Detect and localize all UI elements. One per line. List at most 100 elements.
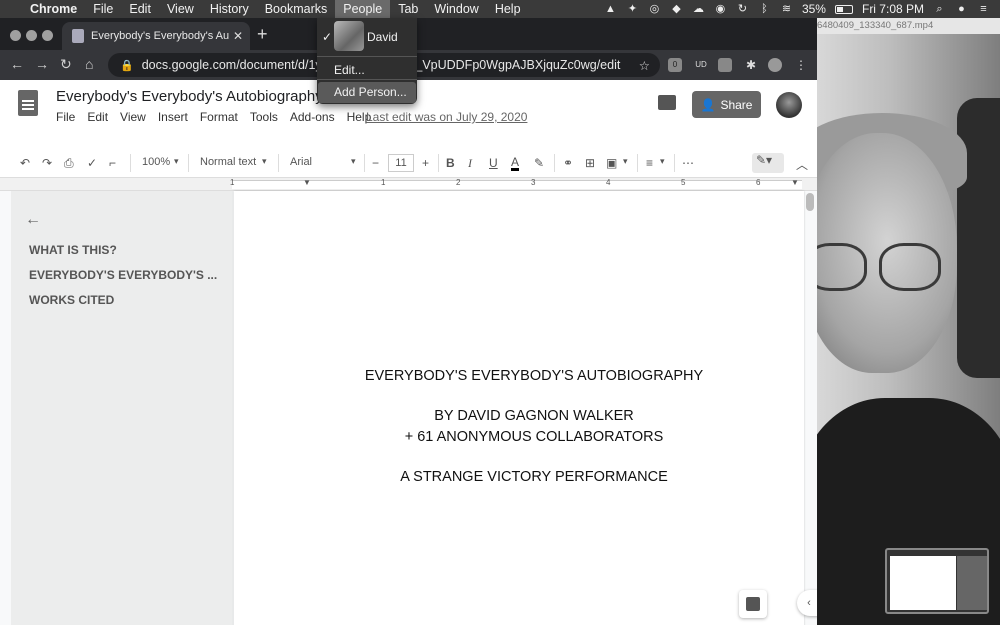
menu-edit[interactable]: Edit: [121, 0, 159, 18]
extensions-puzzle-icon[interactable]: ✱: [744, 58, 758, 72]
clock[interactable]: Fri 7:08 PM: [862, 2, 924, 16]
profile-avatar-icon[interactable]: [768, 58, 782, 72]
font-select[interactable]: Arial: [290, 156, 312, 168]
spotlight-icon[interactable]: ⌕: [933, 3, 946, 15]
new-tab-button[interactable]: +: [257, 24, 268, 45]
redo-icon[interactable]: ↷: [42, 156, 52, 170]
paint-format-icon[interactable]: ⌐: [109, 156, 116, 170]
undo-icon[interactable]: ↶: [20, 156, 30, 170]
shield-icon[interactable]: ◉: [714, 3, 727, 15]
zoom-select[interactable]: 100%: [142, 156, 170, 168]
docs-logo-icon[interactable]: [18, 90, 38, 116]
extension-shield-icon[interactable]: 0: [668, 58, 682, 72]
tool-icon[interactable]: ✦: [626, 3, 639, 15]
spellcheck-icon[interactable]: ✓: [87, 156, 97, 170]
menu-view[interactable]: View: [159, 0, 202, 18]
chevron-down-icon[interactable]: ▾: [351, 156, 356, 167]
more-options-button[interactable]: ⋯: [682, 156, 694, 170]
extension-image-icon[interactable]: [718, 58, 732, 72]
menu-history[interactable]: History: [202, 0, 257, 18]
comment-history-icon[interactable]: [658, 95, 676, 110]
document-page[interactable]: EVERYBODY'S EVERYBODY'S AUTOBIOGRAPHY BY…: [234, 191, 804, 625]
lock-icon[interactable]: 🔒: [120, 59, 134, 72]
font-size-input[interactable]: 11: [388, 154, 414, 172]
airplay-icon[interactable]: ◎: [648, 3, 661, 15]
print-icon[interactable]: ⎙: [64, 156, 74, 171]
insert-image-icon[interactable]: ▣: [606, 156, 617, 170]
docs-menu-edit[interactable]: Edit: [87, 110, 108, 124]
bold-button[interactable]: B: [446, 156, 455, 170]
browser-tab[interactable]: Everybody's Everybody's Autobiography ✕: [62, 22, 250, 50]
back-arrow-icon[interactable]: ←: [25, 211, 41, 229]
cloud-icon[interactable]: ☁: [692, 3, 705, 15]
video-file-title[interactable]: 6480409_133340_687.mp4: [817, 18, 1000, 34]
battery-icon[interactable]: [834, 4, 853, 14]
align-left-icon[interactable]: ≡: [646, 156, 653, 170]
insert-comment-icon[interactable]: ⊞: [585, 156, 595, 170]
chevron-down-icon[interactable]: ▾: [174, 156, 179, 167]
docs-menu-file[interactable]: File: [56, 110, 75, 124]
chevron-down-icon[interactable]: ▾: [660, 156, 665, 167]
indent-marker-icon[interactable]: ▼: [303, 178, 311, 187]
edit-person-item[interactable]: Edit...: [334, 63, 365, 77]
outline-item[interactable]: WORKS CITED: [29, 293, 114, 307]
add-person-item[interactable]: Add Person...: [318, 82, 416, 103]
profile-avatar[interactable]: [334, 21, 364, 51]
menu-help[interactable]: Help: [487, 0, 529, 18]
docs-menu-format[interactable]: Format: [200, 110, 238, 124]
underline-button[interactable]: U: [489, 156, 498, 170]
menu-people[interactable]: People: [335, 0, 391, 18]
insert-link-icon[interactable]: ⚭: [563, 156, 573, 170]
outline-item[interactable]: WHAT IS THIS?: [29, 243, 117, 257]
account-avatar[interactable]: [776, 92, 802, 118]
notification-center-icon[interactable]: ≡: [977, 3, 990, 15]
explore-button[interactable]: [739, 590, 767, 618]
editing-mode-icon[interactable]: ✎▾: [752, 153, 784, 173]
last-edit-link[interactable]: Last edit was on July 29, 2020: [366, 110, 527, 124]
extension-ud-icon[interactable]: UD: [694, 58, 708, 72]
menu-bookmarks[interactable]: Bookmarks: [257, 0, 336, 18]
docs-menu-insert[interactable]: Insert: [158, 110, 188, 124]
zoom-window-button[interactable]: [42, 30, 53, 41]
forward-arrow-icon[interactable]: →: [35, 56, 49, 72]
close-tab-icon[interactable]: ✕: [233, 29, 243, 43]
wifi-icon[interactable]: ≋: [780, 3, 793, 15]
right-indent-marker-icon[interactable]: ▼: [791, 178, 799, 187]
italic-button[interactable]: I: [468, 156, 472, 171]
menu-tab[interactable]: Tab: [390, 0, 426, 18]
back-arrow-icon[interactable]: ←: [10, 56, 24, 72]
reload-icon[interactable]: ↻: [60, 56, 72, 73]
vertical-scrollbar[interactable]: [806, 193, 814, 211]
screen-thumbnail[interactable]: [885, 548, 989, 614]
text-color-button[interactable]: A: [511, 156, 520, 171]
bluetooth-icon[interactable]: ᛒ: [758, 3, 771, 15]
menu-window[interactable]: Window: [426, 0, 486, 18]
increase-font-size-button[interactable]: +: [422, 156, 429, 170]
docs-menu-view[interactable]: View: [120, 110, 146, 124]
home-icon[interactable]: ⌂: [85, 56, 93, 72]
paragraph-style-select[interactable]: Normal text: [200, 156, 256, 168]
document-title[interactable]: Everybody's Everybody's Autobiography: [56, 88, 323, 105]
close-window-button[interactable]: [10, 30, 21, 41]
docs-menu-addons[interactable]: Add-ons: [290, 110, 335, 124]
user-icon[interactable]: ●: [955, 3, 968, 15]
outline-item[interactable]: EVERYBODY'S EVERYBODY'S ...: [29, 268, 217, 282]
highlight-icon[interactable]: ✎: [534, 156, 544, 170]
collapse-toolbar-icon[interactable]: ︿: [796, 156, 808, 173]
dropbox-icon[interactable]: ◆: [670, 3, 683, 15]
decrease-font-size-button[interactable]: −: [372, 156, 379, 170]
menu-file[interactable]: File: [85, 0, 121, 18]
sync-icon[interactable]: ↻: [736, 3, 749, 15]
chevron-down-icon[interactable]: ▾: [262, 156, 267, 167]
minimize-window-button[interactable]: [26, 30, 37, 41]
docs-menu-tools[interactable]: Tools: [250, 110, 278, 124]
toolbar-divider: [188, 154, 189, 172]
bookmark-star-icon[interactable]: ☆: [639, 58, 650, 73]
profile-david[interactable]: David: [367, 30, 398, 44]
share-button[interactable]: 👤 Share: [692, 91, 761, 118]
apple-menu-icon[interactable]: [0, 0, 22, 18]
chrome-menu-icon[interactable]: ⋮: [794, 58, 808, 72]
vlc-icon[interactable]: ▲: [604, 3, 617, 15]
menu-app-name[interactable]: Chrome: [22, 0, 85, 18]
chevron-down-icon[interactable]: ▾: [623, 156, 628, 167]
